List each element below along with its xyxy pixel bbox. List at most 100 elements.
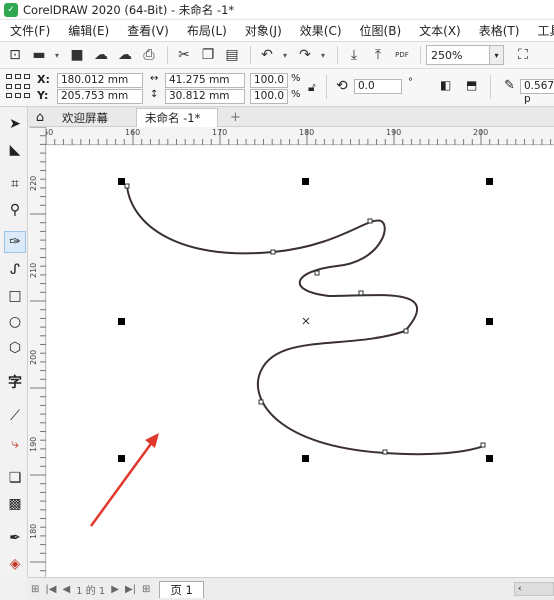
selection-handle-middle-right[interactable] bbox=[486, 318, 493, 325]
interactive-fill-tool-icon[interactable]: ◈ bbox=[4, 553, 26, 575]
transparency-tool-icon[interactable]: ▩ bbox=[4, 493, 26, 515]
menu-text[interactable]: 文本(X) bbox=[409, 22, 469, 39]
open-folder-icon[interactable]: ▬ bbox=[28, 44, 50, 66]
polygon-tool-icon[interactable]: ⬡ bbox=[4, 337, 26, 359]
height-field[interactable]: 30.812 mm bbox=[165, 89, 245, 104]
zoom-tool-icon[interactable]: ⚲ bbox=[4, 199, 26, 221]
cut-icon[interactable]: ✂ bbox=[173, 44, 195, 66]
horizontal-ruler[interactable]: 150 160 170 180 190 200 bbox=[38, 127, 554, 145]
add-tab-button[interactable]: + bbox=[222, 108, 249, 127]
paste-icon[interactable]: ▤ bbox=[221, 44, 243, 66]
standard-toolbar: ⊡ ▬ ▾ ■ ☁ ☁ ⎙ ✂ ❐ ▤ ↶ ▾ ↷ ▾ ⤓ ⤒ PDF 250%… bbox=[0, 42, 554, 69]
curve-node[interactable] bbox=[314, 270, 320, 276]
curve-node[interactable] bbox=[382, 449, 388, 455]
open-dropdown-icon[interactable]: ▾ bbox=[52, 51, 62, 60]
ellipse-tool-icon[interactable]: ○ bbox=[4, 311, 26, 333]
drop-shadow-tool-icon[interactable]: ❏ bbox=[4, 467, 26, 489]
toolbar-divider bbox=[326, 75, 327, 99]
parallel-dimension-tool-icon[interactable]: ⟋ bbox=[4, 405, 26, 427]
page-tab-1[interactable]: 页 1 bbox=[159, 580, 204, 598]
undo-dropdown-icon[interactable]: ▾ bbox=[280, 51, 290, 60]
pick-tool-icon[interactable]: ➤ bbox=[4, 113, 26, 135]
menu-bitmaps[interactable]: 位图(B) bbox=[350, 22, 410, 39]
curve-node[interactable] bbox=[403, 328, 409, 334]
import-icon[interactable]: ⤓ bbox=[343, 44, 365, 66]
rotation-field[interactable]: 0.0 bbox=[354, 79, 402, 94]
connector-tool-icon[interactable]: ⤷ bbox=[4, 433, 26, 455]
selection-center-mark[interactable] bbox=[302, 317, 310, 325]
next-page-icon[interactable]: ▶ bbox=[111, 584, 119, 595]
scale-width-field[interactable]: 100.0 bbox=[250, 73, 288, 88]
red-arrow-annotation bbox=[89, 433, 159, 527]
home-icon[interactable]: ⌂ bbox=[28, 108, 52, 127]
scale-height-field[interactable]: 100.0 bbox=[250, 89, 288, 104]
drawing-canvas[interactable] bbox=[47, 146, 554, 577]
menu-file[interactable]: 文件(F) bbox=[0, 22, 58, 39]
tab-untitled-document[interactable]: 未命名 -1* bbox=[136, 108, 218, 127]
reference-point-icon[interactable] bbox=[6, 74, 30, 100]
menu-object[interactable]: 对象(J) bbox=[235, 22, 290, 39]
lock-ratio-icon[interactable]: 🔓︎ bbox=[308, 80, 316, 95]
page-counter: 1 的 1 bbox=[76, 585, 106, 597]
tab-welcome-screen[interactable]: 欢迎屏幕 bbox=[54, 108, 116, 127]
selection-handle-top-left[interactable] bbox=[118, 178, 125, 185]
zoom-level-value: 250% bbox=[431, 48, 463, 62]
selection-handle-top-right[interactable] bbox=[486, 178, 493, 185]
artistic-media-tool-icon[interactable]: ᔑ bbox=[4, 259, 26, 281]
y-position-field[interactable]: 205.753 mm bbox=[57, 89, 143, 104]
last-page-icon[interactable]: ▶| bbox=[125, 584, 136, 595]
add-page-after-icon[interactable]: ⊞ bbox=[142, 584, 150, 595]
crop-tool-icon[interactable]: ⌗ bbox=[4, 173, 26, 195]
curve-node[interactable] bbox=[258, 399, 264, 405]
selection-handle-bottom-left[interactable] bbox=[118, 455, 125, 462]
menu-layout[interactable]: 布局(L) bbox=[177, 22, 235, 39]
menu-effects[interactable]: 效果(C) bbox=[290, 22, 350, 39]
redo-dropdown-icon[interactable]: ▾ bbox=[318, 51, 328, 60]
outline-width-field[interactable]: 0.567 p bbox=[520, 79, 554, 105]
print-icon[interactable]: ⎙ bbox=[138, 44, 160, 66]
export-icon[interactable]: ⤒ bbox=[367, 44, 389, 66]
menu-view[interactable]: 查看(V) bbox=[117, 22, 177, 39]
menu-edit[interactable]: 编辑(E) bbox=[58, 22, 117, 39]
redo-icon[interactable]: ↷ bbox=[294, 44, 316, 66]
full-screen-icon[interactable]: ⛶ bbox=[512, 44, 534, 66]
curve-node[interactable] bbox=[367, 218, 373, 224]
first-page-icon[interactable]: |◀ bbox=[45, 584, 56, 595]
x-position-field[interactable]: 180.012 mm bbox=[57, 73, 143, 88]
selection-handle-bottom-right[interactable] bbox=[486, 455, 493, 462]
mirror-horizontal-icon[interactable]: ◧ bbox=[440, 78, 451, 92]
title-bar: ✓ CorelDRAW 2020 (64-Bit) - 未命名 -1* bbox=[0, 0, 554, 20]
cloud-download-icon[interactable]: ☁ bbox=[114, 44, 136, 66]
menu-table[interactable]: 表格(T) bbox=[469, 22, 528, 39]
mirror-vertical-icon[interactable]: ⬒ bbox=[466, 78, 477, 92]
document-tabs: ⌂ 欢迎屏幕 未命名 -1* + bbox=[28, 107, 554, 127]
curve-node[interactable] bbox=[480, 442, 486, 448]
text-tool-icon[interactable]: 字 bbox=[4, 371, 26, 393]
new-document-icon[interactable]: ⊡ bbox=[4, 44, 26, 66]
horizontal-scrollbar[interactable]: ‹ bbox=[514, 582, 554, 596]
selection-handle-middle-left[interactable] bbox=[118, 318, 125, 325]
previous-page-icon[interactable]: ◀ bbox=[62, 584, 70, 595]
curve-node[interactable] bbox=[124, 183, 130, 189]
curve-node[interactable] bbox=[270, 249, 276, 255]
selection-handle-top-center[interactable] bbox=[302, 178, 309, 185]
zoom-level-input[interactable]: 250% bbox=[426, 45, 490, 65]
copy-icon[interactable]: ❐ bbox=[197, 44, 219, 66]
menu-tools[interactable]: 工具 bbox=[527, 22, 554, 39]
freehand-tool-icon[interactable]: ✑ bbox=[4, 231, 26, 253]
rectangle-tool-icon[interactable]: □ bbox=[4, 285, 26, 307]
shape-tool-icon[interactable]: ◣ bbox=[4, 139, 26, 161]
selection-handle-bottom-center[interactable] bbox=[302, 455, 309, 462]
property-bar: X: Y: 180.012 mm 205.753 mm ↔ ↕ 41.275 m… bbox=[0, 69, 554, 107]
scroll-left-icon[interactable]: ‹ bbox=[518, 584, 522, 594]
add-page-icon[interactable]: ⊞ bbox=[31, 584, 39, 595]
vertical-ruler[interactable]: 220 210 200 190 180 bbox=[28, 127, 46, 577]
export-pdf-icon[interactable]: PDF bbox=[391, 44, 413, 66]
curve-node[interactable] bbox=[358, 290, 364, 296]
zoom-dropdown-icon[interactable]: ▾ bbox=[490, 45, 504, 65]
save-icon[interactable]: ■ bbox=[66, 44, 88, 66]
cloud-upload-icon[interactable]: ☁ bbox=[90, 44, 112, 66]
eyedropper-tool-icon[interactable]: ✒ bbox=[4, 527, 26, 549]
undo-icon[interactable]: ↶ bbox=[256, 44, 278, 66]
width-field[interactable]: 41.275 mm bbox=[165, 73, 245, 88]
